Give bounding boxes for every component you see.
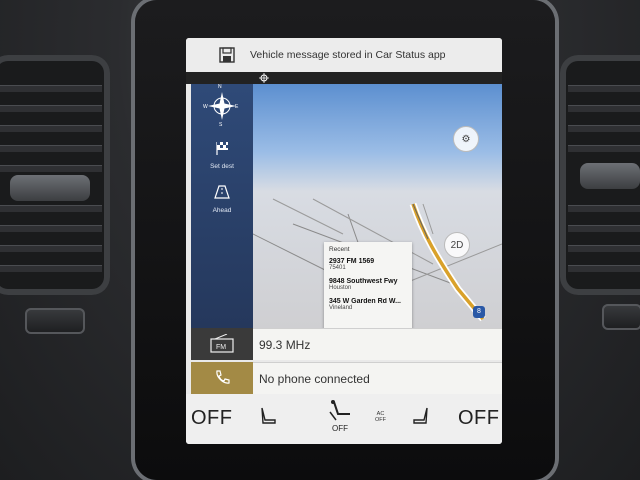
ac-label-bottom: OFF <box>375 417 386 423</box>
recent-destinations-panel: Recent 2937 FM 1569 75401 9848 Southwest… <box>324 242 412 342</box>
nav-sidebar: N W E S Set dest Ahead <box>191 84 253 328</box>
recent-entry[interactable]: 2937 FM 1569 75401 <box>329 258 407 271</box>
left-temp-button[interactable]: OFF <box>191 407 233 430</box>
notification-text: Vehicle message stored in Car Status app <box>250 49 446 61</box>
fan-label: OFF <box>332 424 348 433</box>
compass-n: N <box>218 84 222 90</box>
fan-button[interactable]: OFF <box>328 398 352 433</box>
nav-top-bar <box>186 72 502 84</box>
recent-entry[interactable]: 345 W Garden Rd W... Vineland <box>329 298 407 311</box>
seat-icon <box>413 407 428 424</box>
navigation-map[interactable]: ⚙ 2D 8 Recent 2937 FM 1569 75401 9848 So… <box>253 84 502 358</box>
recent-entry-city: 75401 <box>329 265 346 271</box>
right-temp-button[interactable]: OFF <box>458 407 500 430</box>
view-mode-label: 2D <box>450 239 464 251</box>
recent-entry-address: 9848 Southwest Fwy <box>329 278 398 285</box>
seat-icon <box>261 407 276 424</box>
highway-shield: 8 <box>473 306 485 318</box>
ahead-label: Ahead <box>212 207 232 214</box>
recent-entry-address: 345 W Garden Rd W... <box>329 298 401 305</box>
recent-entry-address: 2937 FM 1569 <box>329 258 375 265</box>
climate-bar: OFF OFF AC OFF OFF <box>186 394 502 444</box>
phone-icon <box>216 370 230 384</box>
radio-icon: FM <box>210 334 234 353</box>
left-vent-knob[interactable] <box>10 175 90 201</box>
right-seat-heat-button[interactable] <box>411 406 431 426</box>
compass[interactable]: N W E S <box>191 84 253 131</box>
radio-icon-box: FM <box>191 328 253 360</box>
radio-frequency: 99.3 MHz <box>253 328 502 360</box>
right-air-vent <box>560 55 640 295</box>
view-mode-button[interactable]: 2D <box>444 232 470 258</box>
set-dest-label: Set dest <box>210 163 234 170</box>
infotainment-screen: Vehicle message stored in Car Status app… <box>186 38 502 444</box>
recent-entry-city: Vineland <box>329 305 353 311</box>
radio-tile[interactable]: FM 99.3 MHz <box>186 328 502 360</box>
recent-entry[interactable]: 9848 Southwest Fwy Houston <box>329 278 407 291</box>
phone-icon-box <box>191 362 253 394</box>
checkered-flag-icon <box>216 142 228 155</box>
ahead-button[interactable]: Ahead <box>191 184 253 214</box>
recent-entry-city: Houston <box>329 285 352 291</box>
phone-tile[interactable]: No phone connected <box>186 362 502 394</box>
left-seat-heat-button[interactable] <box>258 406 278 426</box>
set-destination-button[interactable]: Set dest <box>191 140 253 170</box>
compass-w: W <box>203 104 208 110</box>
recent-header: Recent <box>329 246 350 253</box>
compass-s: S <box>219 122 223 128</box>
right-side-button[interactable] <box>602 304 640 330</box>
notification-bar[interactable]: Vehicle message stored in Car Status app <box>186 38 502 73</box>
ac-button[interactable]: AC OFF <box>375 411 386 423</box>
crosshair-icon[interactable] <box>259 73 269 83</box>
phone-status: No phone connected <box>253 362 502 394</box>
radio-band: FM <box>216 344 226 351</box>
map-settings-button[interactable]: ⚙ <box>453 126 479 152</box>
compass-e: E <box>235 104 239 110</box>
left-side-button[interactable] <box>25 308 85 334</box>
save-icon <box>219 47 235 63</box>
left-air-vent <box>0 55 110 295</box>
fan-seat-icon <box>329 400 350 421</box>
road-ahead-icon <box>214 185 230 199</box>
settings-icon: ⚙ <box>461 133 471 145</box>
right-vent-knob[interactable] <box>580 163 640 189</box>
